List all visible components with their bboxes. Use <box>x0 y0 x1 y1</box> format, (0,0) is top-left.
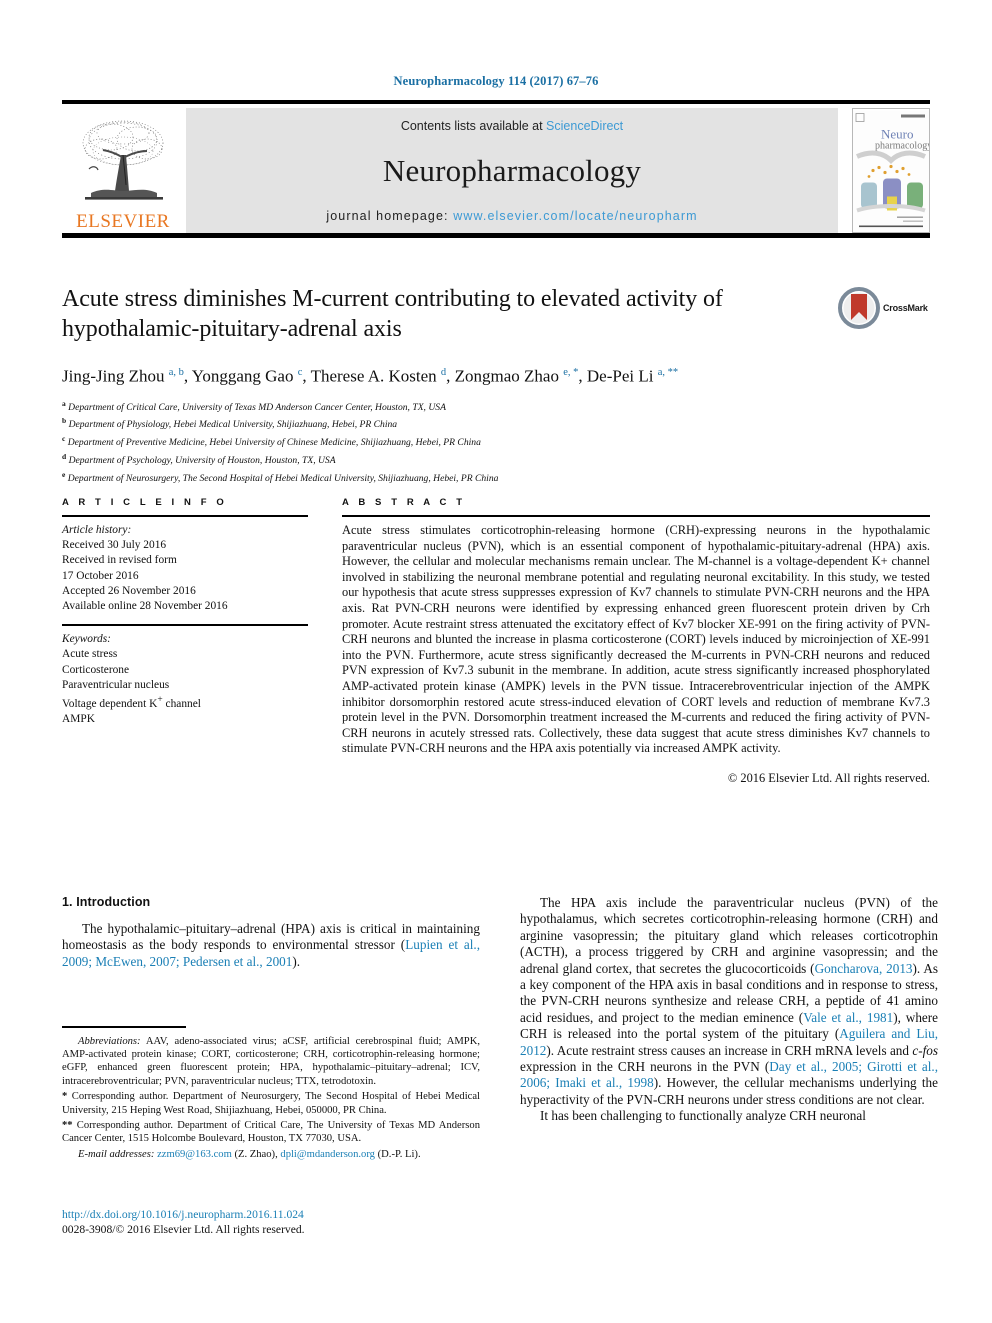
doi-link[interactable]: http://dx.doi.org/10.1016/j.neuropharm.2… <box>62 1208 492 1222</box>
keywords-rule <box>62 624 308 627</box>
svg-text:Neuro: Neuro <box>881 127 914 142</box>
affiliation-marker: b <box>62 416 67 426</box>
journal-cover-thumbnail[interactable]: Neuro pharmacology <box>852 108 930 233</box>
sciencedirect-link[interactable]: ScienceDirect <box>546 119 623 133</box>
abstract-heading: A B S T R A C T <box>342 497 466 508</box>
keyword-item: Acute stress <box>62 648 118 661</box>
abstract-rule <box>342 515 930 517</box>
affiliation-marker: d <box>62 452 67 461</box>
footnote-block: Abbreviations: AAV, adeno-associated vir… <box>62 1026 480 1163</box>
affiliation-item: d Department of Psychology, University o… <box>62 450 930 468</box>
article-info-heading: A R T I C L E I N F O <box>62 497 228 508</box>
affiliation-item: c Department of Preventive Medicine, Heb… <box>62 432 930 450</box>
affiliation-marker: c <box>62 434 66 444</box>
elsevier-logo: ELSEVIER <box>62 108 184 233</box>
body-right-column: The HPA axis include the paraventricular… <box>520 895 938 1125</box>
masthead-bottom-rule <box>62 233 930 238</box>
elsevier-wordmark: ELSEVIER <box>76 211 170 232</box>
crossmark-label: CrossMark <box>883 303 928 313</box>
journal-homepage-link[interactable]: www.elsevier.com/locate/neuropharm <box>453 209 697 223</box>
intro-paragraph-3: It has been challenging to functionally … <box>540 1108 866 1124</box>
intro-paragraph-2: The HPA axis include the paraventricular… <box>520 895 939 1107</box>
affiliation-item: a Department of Critical Care, Universit… <box>62 397 930 415</box>
journal-title: Neuropharmacology <box>382 153 642 188</box>
corresponding-author-note-2: ** Corresponding author. Department of C… <box>62 1120 480 1145</box>
masthead-top-rule <box>62 100 930 104</box>
page-title: Acute stress diminishes M-current contri… <box>62 286 723 342</box>
page-footer: http://dx.doi.org/10.1016/j.neuropharm.2… <box>62 1208 492 1237</box>
elsevier-tree-icon <box>82 120 164 200</box>
crossmark-icon <box>838 287 880 329</box>
affiliation-marker: e <box>62 469 66 479</box>
keyword-item: Corticosterone <box>62 663 130 676</box>
abbreviations-note: Abbreviations: AAV, adeno-associated vir… <box>62 1035 480 1087</box>
affiliation-list: a Department of Critical Care, Universit… <box>62 397 930 486</box>
affiliation-text: Department of Neurosurgery, The Second H… <box>67 472 499 484</box>
article-history-item: 17 October 2016 <box>62 569 139 582</box>
info-abstract-region: A R T I C L E I N F O Article history: R… <box>62 497 930 786</box>
affiliation-item: e Department of Neurosurgery, The Second… <box>62 468 930 486</box>
contents-prefix: Contents lists available at <box>400 119 547 133</box>
contents-available-line: Contents lists available at ScienceDirec… <box>401 119 623 133</box>
article-info-column: A R T I C L E I N F O Article history: R… <box>62 497 308 786</box>
journal-homepage-line: journal homepage: www.elsevier.com/locat… <box>326 209 697 223</box>
journal-masthead: ELSEVIER Contents lists available at Sci… <box>62 100 930 233</box>
journal-band: Contents lists available at ScienceDirec… <box>186 108 838 233</box>
author-list: Jing-Jing Zhou a, b, Yonggang Gao c, The… <box>62 366 679 386</box>
affiliation-text: Department of Physiology, Hebei Medical … <box>68 419 398 431</box>
keyword-item: Voltage dependent K+ channel <box>62 695 201 710</box>
corresponding-author-note-1: * Corresponding author. Department of Ne… <box>62 1091 480 1116</box>
footnote-rule <box>62 1026 186 1028</box>
keyword-item: Paraventricular nucleus <box>62 678 170 691</box>
keyword-item: AMPK <box>62 713 95 726</box>
issn-copyright-line: 0028-3908/© 2016 Elsevier Ltd. All right… <box>62 1223 305 1236</box>
email-addresses-note: E-mail addresses: zzm69@163.com (Z. Zhao… <box>78 1148 421 1160</box>
column-gap <box>308 497 342 786</box>
affiliation-marker: a <box>62 398 66 408</box>
section-heading-introduction: 1. Introduction <box>62 895 151 909</box>
affiliation-text: Department of Preventive Medicine, Hebei… <box>67 437 481 449</box>
crossmark-badge[interactable]: CrossMark <box>838 286 930 330</box>
article-history-item: Received in revised form <box>62 554 177 567</box>
affiliation-text: Department of Critical Care, University … <box>68 401 446 413</box>
article-history-item: Available online 28 November 2016 <box>62 600 228 613</box>
title-block: Acute stress diminishes M-current contri… <box>62 284 930 486</box>
intro-paragraph-1: The hypothalamic–pituitary–adrenal (HPA)… <box>62 921 481 969</box>
abstract-copyright: © 2016 Elsevier Ltd. All rights reserved… <box>727 770 930 785</box>
article-history-item: Received 30 July 2016 <box>62 539 167 552</box>
affiliation-item: b Department of Physiology, Hebei Medica… <box>62 414 930 432</box>
abstract-column: A B S T R A C T Acute stress stimulates … <box>342 497 930 786</box>
homepage-prefix: journal homepage: <box>326 209 454 223</box>
abstract-text: Acute stress stimulates corticotrophin-r… <box>342 523 930 756</box>
article-info-rule <box>62 515 308 517</box>
body-column-gap <box>480 895 520 1125</box>
svg-text:pharmacology: pharmacology <box>875 141 929 152</box>
affiliation-text: Department of Psychology, University of … <box>68 455 336 467</box>
running-head: Neuropharmacology 114 (2017) 67–76 <box>393 74 599 88</box>
keywords-label: Keywords: <box>62 633 111 646</box>
article-history-label: Article history: <box>62 524 132 536</box>
cover-art-icon: Neuro pharmacology <box>853 110 929 231</box>
article-history-item: Accepted 26 November 2016 <box>62 584 196 597</box>
journal-article-page: Neuropharmacology 114 (2017) 67–76 ELSEV… <box>0 0 992 1323</box>
